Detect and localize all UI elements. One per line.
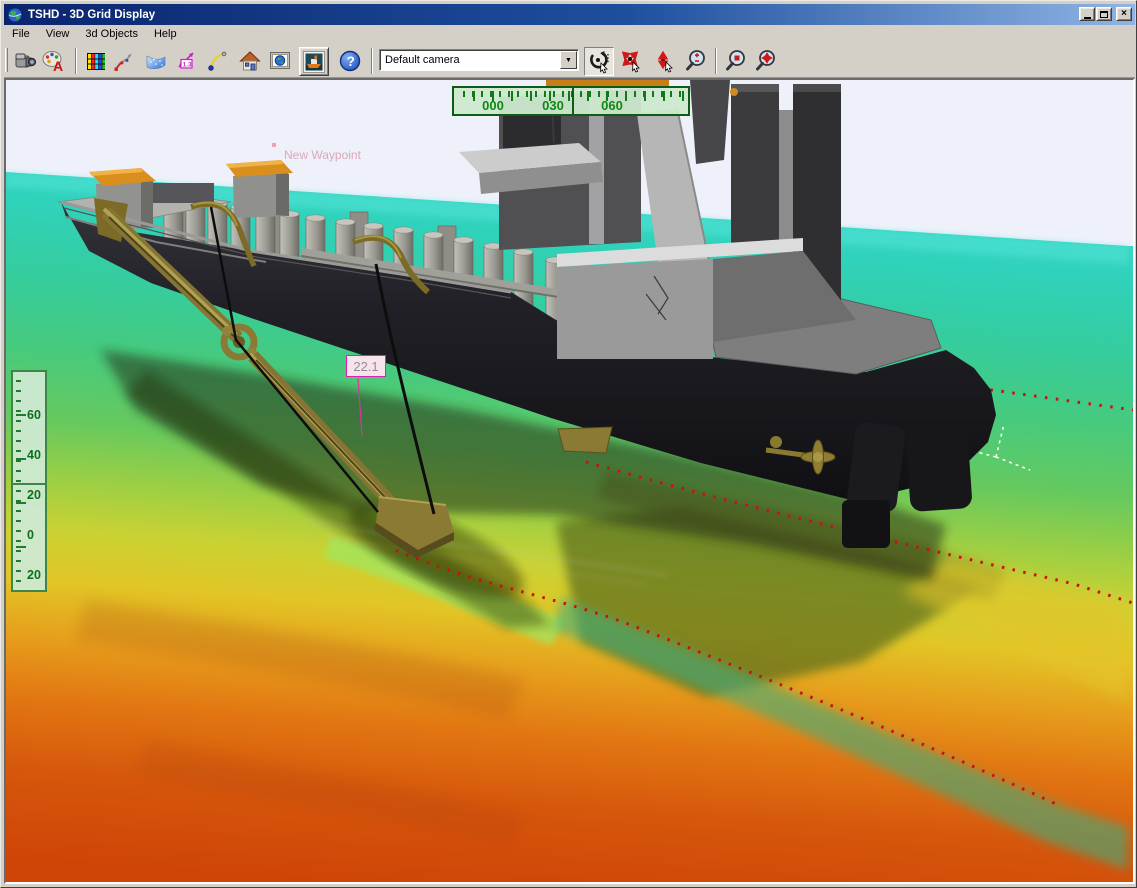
toolbar-gripper[interactable] [5, 48, 8, 72]
camera-select[interactable]: Default camera ▼ [379, 49, 579, 71]
measure-distance-button[interactable]: 1.3 [173, 48, 199, 74]
sea-surface-icon [144, 49, 168, 73]
heading-compass: 000 030 060 [452, 86, 690, 116]
help-icon: ? [338, 49, 362, 73]
toolbar-separator [715, 48, 717, 74]
app-window: TSHD - 3D Grid Display × File View 3d Ob… [0, 0, 1137, 888]
world-view-icon [268, 49, 292, 73]
camera-select-arrow[interactable]: ▼ [560, 51, 577, 69]
depth-scale: 60 40 20 0 20 [11, 370, 47, 592]
minimize-button[interactable] [1079, 7, 1095, 21]
zoom-extents-button[interactable] [753, 48, 779, 74]
waypoint-label: New Waypoint [284, 148, 361, 162]
maximize-button[interactable] [1096, 7, 1112, 21]
scene-camera-button[interactable] [13, 48, 39, 74]
menubar: File View 3d Objects Help [4, 25, 1135, 43]
minimize-icon [1084, 17, 1091, 19]
palette-font-button[interactable]: A [41, 48, 67, 74]
waypoint-marker[interactable] [272, 143, 276, 147]
close-button[interactable]: × [1116, 7, 1132, 21]
rotate-camera-icon [587, 50, 611, 74]
window-title: TSHD - 3D Grid Display [28, 9, 155, 21]
camera-select-value: Default camera [380, 54, 560, 66]
elevate-camera-icon [652, 49, 676, 73]
ship-view-button[interactable] [299, 47, 329, 76]
depth-scale-label: 0 [27, 528, 49, 542]
pan-camera-button[interactable] [618, 48, 644, 74]
zoom-camera-icon [684, 49, 708, 73]
depth-scale-label: 20 [27, 568, 49, 582]
color-legend-button[interactable] [83, 48, 109, 74]
elevate-camera-button[interactable] [651, 48, 677, 74]
zoom-window-button[interactable] [723, 48, 749, 74]
measure-distance-icon: 1.3 [174, 49, 198, 73]
scene-camera-icon [14, 49, 38, 73]
depth-scale-label: 40 [27, 448, 49, 462]
zoom-camera-button[interactable] [683, 48, 709, 74]
toolbar-separator [75, 48, 77, 74]
track-editor-icon [112, 49, 136, 73]
palette-font-icon: A [42, 49, 66, 73]
maximize-icon [1100, 11, 1108, 18]
zoom-extents-icon [754, 49, 778, 73]
measure-value: 1.3 [183, 62, 192, 69]
depth-scale-marker [13, 483, 45, 485]
scene-3d[interactable] [6, 80, 1133, 882]
depth-scale-label: 20 [27, 488, 49, 502]
compass-label: 030 [533, 98, 573, 113]
compass-ticks-minor [456, 91, 686, 97]
curve-path-button[interactable] [205, 48, 231, 74]
ship-view-icon [302, 50, 326, 74]
compass-label: 060 [592, 98, 632, 113]
pan-camera-icon [619, 49, 643, 73]
app-globe-icon [7, 7, 23, 23]
toolbar-separator [371, 48, 373, 74]
sea-surface-button[interactable] [143, 48, 169, 74]
compass-label: 000 [473, 98, 513, 113]
home-view-icon [238, 49, 262, 73]
help-button[interactable]: ? [337, 48, 363, 74]
close-icon: × [1121, 9, 1127, 19]
depth-scale-label: 60 [27, 408, 49, 422]
home-view-button[interactable] [237, 48, 263, 74]
rotate-camera-button[interactable] [584, 47, 614, 76]
titlebar[interactable]: TSHD - 3D Grid Display [4, 4, 1135, 25]
depth-tag: 22.1 [346, 355, 386, 377]
curve-path-icon [206, 49, 230, 73]
world-view-button[interactable] [267, 48, 293, 74]
menu-3d-objects[interactable]: 3d Objects [77, 26, 146, 42]
zoom-window-icon [724, 49, 748, 73]
viewport-3d[interactable]: 000 030 060 60 40 20 0 20 New Waypoint 2… [4, 78, 1135, 884]
menu-help[interactable]: Help [146, 26, 185, 42]
track-editor-button[interactable] [111, 48, 137, 74]
help-glyph: ? [347, 54, 355, 69]
menu-view[interactable]: View [38, 26, 78, 42]
color-legend-icon [84, 49, 108, 73]
depth-scale-ticks-major [16, 372, 26, 590]
palette-letter: A [53, 58, 63, 73]
menu-file[interactable]: File [4, 26, 38, 42]
